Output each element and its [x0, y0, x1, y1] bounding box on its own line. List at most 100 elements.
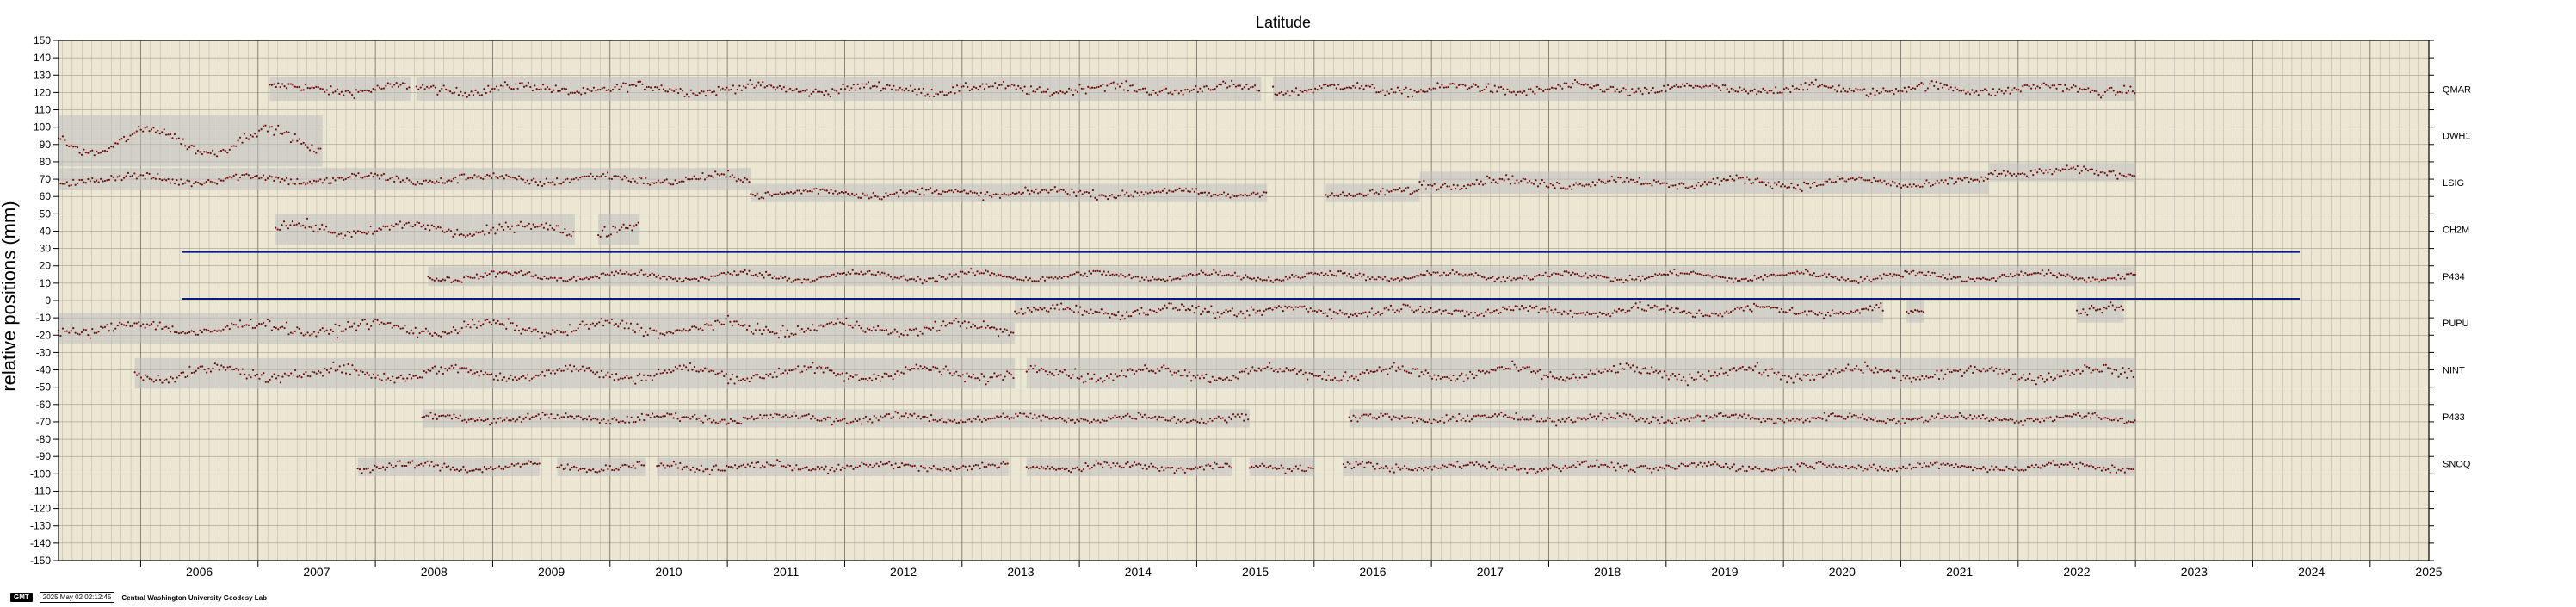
data-point: [2085, 281, 2088, 283]
data-point: [1795, 313, 1798, 315]
data-point: [723, 375, 726, 378]
data-point: [1501, 177, 1504, 181]
data-point: [1403, 276, 1405, 278]
data-point: [1041, 276, 1044, 279]
data-point: [1074, 368, 1077, 370]
data-point: [1680, 182, 1683, 184]
data-point: [1921, 375, 1924, 377]
data-point: [1460, 273, 1462, 276]
data-point: [1220, 193, 1223, 196]
data-point: [1933, 271, 1936, 275]
data-point: [948, 273, 951, 276]
data-point: [1910, 88, 1912, 90]
data-point: [637, 221, 639, 224]
data-point: [64, 330, 66, 333]
data-point: [1358, 192, 1361, 195]
data-point: [1554, 87, 1558, 90]
data-point: [1122, 374, 1125, 377]
data-point: [256, 325, 258, 327]
data-point: [1314, 375, 1318, 377]
data-point: [1344, 371, 1347, 374]
data-point: [1465, 187, 1467, 189]
data-point: [1710, 312, 1714, 314]
data-point: [1098, 194, 1101, 196]
data-point: [442, 84, 445, 87]
data-point: [417, 376, 419, 380]
data-point: [1843, 369, 1845, 372]
data-point: [1017, 191, 1021, 194]
data-point: [1780, 307, 1783, 311]
data-point: [1141, 87, 1145, 90]
data-point: [568, 278, 571, 281]
data-point: [921, 187, 924, 189]
data-point: [1696, 272, 1699, 275]
data-point: [1360, 313, 1362, 315]
data-point: [1782, 183, 1784, 186]
data-point: [329, 232, 332, 234]
data-point: [2013, 87, 2016, 90]
data-point: [687, 278, 689, 281]
data-point: [1840, 369, 1844, 372]
data-point: [1733, 366, 1735, 369]
data-point: [1057, 92, 1059, 95]
data-point: [1447, 312, 1449, 314]
data-point: [575, 177, 578, 179]
data-point: [985, 269, 987, 272]
data-point: [810, 92, 812, 96]
data-point: [1018, 278, 1021, 281]
data-point: [494, 322, 497, 325]
data-point: [1358, 87, 1361, 90]
data-point: [1434, 271, 1437, 275]
data-point: [1492, 276, 1494, 278]
data-point: [999, 328, 1002, 331]
data-point: [1368, 278, 1372, 281]
data-point: [1335, 194, 1337, 197]
data-point: [1739, 86, 1741, 89]
data-point: [757, 322, 759, 325]
data-point: [1657, 372, 1659, 375]
data-point: [1238, 275, 1240, 277]
data-point: [1557, 272, 1560, 276]
data-point: [831, 192, 835, 195]
data-point: [600, 369, 603, 372]
data-point: [2106, 174, 2109, 177]
data-point: [1127, 315, 1130, 318]
data-point: [720, 89, 722, 91]
data-point: [2023, 173, 2026, 176]
data-point: [1403, 189, 1405, 192]
data-point: [1288, 95, 1291, 97]
data-point: [807, 278, 810, 281]
data-point: [825, 90, 828, 92]
data-point: [2053, 170, 2055, 173]
data-point: [1242, 194, 1245, 197]
data-point: [517, 271, 521, 274]
data-point: [729, 176, 732, 178]
data-point: [1524, 178, 1527, 181]
data-point: [1067, 375, 1070, 378]
data-point: [985, 83, 988, 85]
data-point: [1058, 308, 1060, 311]
data-point: [1352, 276, 1355, 279]
data-point: [1492, 91, 1494, 94]
data-point: [1341, 312, 1344, 314]
data-point: [967, 85, 969, 88]
data-point: [1112, 379, 1115, 381]
data-point: [195, 152, 197, 155]
data-point: [1597, 84, 1600, 87]
data-point: [1815, 374, 1818, 376]
data-point: [1307, 272, 1310, 275]
data-point: [1326, 84, 1329, 87]
data-point: [1479, 90, 1481, 93]
data-point: [1817, 373, 1820, 375]
data-point: [621, 319, 624, 322]
data-point: [892, 378, 894, 381]
data-point: [2119, 90, 2122, 93]
data-point: [317, 179, 319, 183]
data-point: [712, 328, 714, 331]
data-point: [609, 90, 612, 92]
data-point: [612, 225, 615, 228]
data-point: [1152, 89, 1155, 92]
data-point: [603, 86, 606, 89]
data-point: [1148, 370, 1151, 373]
data-point: [260, 177, 263, 179]
